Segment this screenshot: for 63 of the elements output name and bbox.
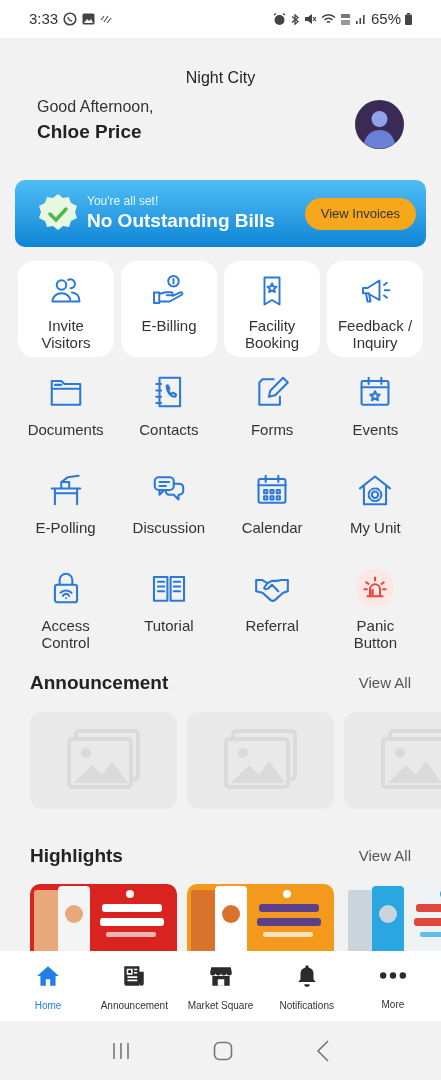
service-item[interactable]: Documents: [14, 369, 118, 467]
service-label: Referral: [245, 617, 299, 634]
service-label: My Unit: [349, 519, 401, 536]
signal-lines-icon: [100, 14, 113, 24]
recent-apps-icon[interactable]: [111, 1040, 132, 1061]
bluetooth-icon: [289, 12, 300, 26]
section-title: Announcement: [30, 671, 169, 695]
service-item[interactable]: Referral: [220, 565, 324, 663]
tile-label: Invite Visitors: [41, 317, 91, 351]
quick-action-tile[interactable]: E-Billing: [121, 261, 217, 357]
nav-tab[interactable]: Notifications: [263, 951, 350, 1021]
user-name: Chloe Price: [37, 119, 143, 144]
gallery-icon: [82, 13, 96, 25]
service-label: Documents: [27, 421, 104, 438]
nav-tab[interactable]: Announcement: [91, 951, 178, 1021]
battery-icon: [405, 13, 412, 25]
service-label: Discussion: [132, 519, 206, 536]
banner-subtitle: You're all set!: [87, 194, 160, 209]
cell-signal-icon: [354, 13, 367, 25]
location-title: Night City: [185, 68, 256, 88]
more-icon: [379, 972, 406, 979]
nav-tab[interactable]: Market Square: [177, 951, 264, 1021]
service-label: Access Control: [41, 617, 90, 651]
alarm-icon: [272, 12, 286, 26]
service-item[interactable]: Discussion: [117, 467, 221, 565]
service-item[interactable]: Events: [323, 369, 427, 467]
service-label: Tutorial: [144, 617, 194, 634]
avatar[interactable]: [355, 100, 404, 149]
tile-label: Feedback / Inquiry: [337, 317, 413, 351]
view-all-link[interactable]: View All: [358, 844, 411, 867]
nav-tab[interactable]: More: [349, 951, 436, 1021]
service-item[interactable]: E-Polling: [14, 467, 118, 565]
quick-action-tile[interactable]: Invite Visitors: [18, 261, 114, 357]
quick-action-tile[interactable]: Facility Booking: [224, 261, 320, 357]
view-invoices-button[interactable]: View Invoices: [304, 197, 416, 230]
service-item[interactable]: Forms: [220, 369, 324, 467]
back-icon[interactable]: [315, 1039, 330, 1062]
tile-label: Facility Booking: [244, 317, 300, 351]
service-label: Calendar: [241, 519, 303, 536]
nav-tab[interactable]: Home: [5, 951, 92, 1021]
greeting-text: Good Afternoon,: [37, 96, 154, 117]
service-label: Events: [352, 421, 399, 438]
section-title: Highlights: [30, 843, 123, 868]
view-all-link[interactable]: View All: [358, 672, 411, 695]
tile-label: E-Billing: [141, 317, 197, 334]
quick-action-tile[interactable]: Feedback / Inquiry: [327, 261, 423, 357]
service-item[interactable]: Calendar: [220, 467, 324, 565]
service-label: Contacts: [139, 421, 199, 438]
banner-title: No Outstanding Bills: [87, 209, 276, 233]
service-label: Panic Button: [353, 617, 398, 651]
service-item[interactable]: Panic Button: [323, 565, 427, 663]
home-icon[interactable]: [213, 1040, 234, 1061]
battery-percentage: 65%: [370, 8, 401, 29]
service-label: E-Polling: [35, 519, 96, 536]
mute-icon: [303, 13, 317, 25]
status-time: 3:33: [29, 8, 59, 29]
service-item[interactable]: Contacts: [117, 369, 221, 467]
service-label: Forms: [250, 421, 294, 438]
wifi-icon: [320, 13, 336, 25]
chat-icon: [63, 12, 78, 26]
service-item[interactable]: My Unit: [323, 467, 427, 565]
service-item[interactable]: Access Control: [14, 565, 118, 663]
service-item[interactable]: Tutorial: [117, 565, 221, 663]
